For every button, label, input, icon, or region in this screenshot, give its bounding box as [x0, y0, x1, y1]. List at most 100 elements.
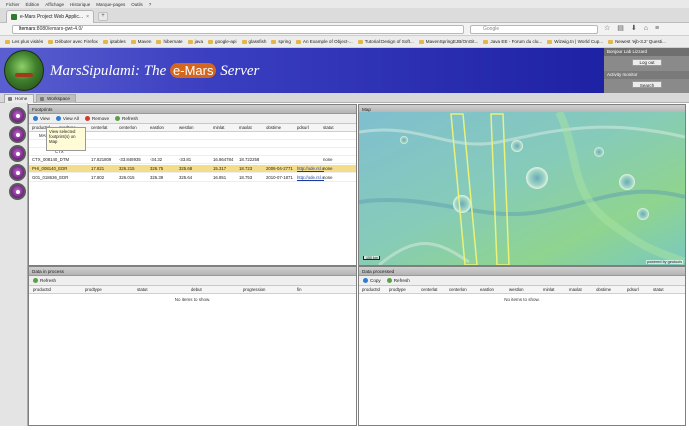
bookmark-item[interactable]: Wizwig.tn | World Cup... [547, 39, 603, 44]
remove-button[interactable]: Remove [84, 116, 109, 121]
bookmark-label: Newest 'ejb-3.2' Questi... [615, 39, 666, 44]
processed-title: Data processed [359, 267, 685, 276]
bookmarks-bar: Les plus visités Débuter avec Firefox ipta… [0, 36, 689, 48]
bookmark-item[interactable]: Maven [130, 39, 151, 44]
close-tab-icon[interactable]: × [86, 14, 89, 20]
processed-empty: No items to show. [504, 297, 540, 302]
viewer-tool-1-icon[interactable] [9, 107, 26, 124]
column-header[interactable]: westlon [179, 124, 194, 132]
bookmark-item[interactable]: google-api [208, 39, 237, 44]
in-process-refresh-label: Refresh [40, 278, 57, 283]
menu-icon[interactable]: ≡ [655, 25, 659, 33]
in-process-refresh-button[interactable]: Refresh [33, 278, 56, 283]
column-header[interactable]: eastlon [150, 124, 164, 132]
view-button[interactable]: View [33, 116, 50, 121]
bookmark-item[interactable]: An Example of Object-... [295, 39, 353, 44]
viewer-tool-4-icon[interactable] [9, 164, 26, 181]
column-header[interactable]: maxlat [569, 286, 582, 294]
table-row[interactable]: CTX_008140_DTM 17.821809 -33.848935 -34.32 -… [29, 156, 356, 164]
viewer-tool-3-icon[interactable] [9, 145, 26, 162]
column-header[interactable]: statut [137, 286, 148, 294]
table-row[interactable]: PHI_008140_EDR 17.821 326.215 326.75 325.68 1… [29, 165, 356, 173]
cell-eastlon: 326.39 [150, 175, 164, 180]
bookmark-item[interactable]: Les plus visités [5, 39, 43, 44]
column-header[interactable]: minlat [213, 124, 224, 132]
table-row[interactable]: G01_018636_EDR 17.802 326.015 326.39 325.64 1… [29, 174, 356, 182]
column-header[interactable]: statut [653, 286, 664, 294]
viewer-tool-5-icon[interactable] [9, 183, 26, 200]
bookmark-item[interactable]: iptables [102, 39, 126, 44]
activity-search-button[interactable]: Search [632, 81, 662, 88]
folder-icon [241, 39, 247, 44]
tab-workspace[interactable]: Workspace [36, 94, 76, 103]
tab-home[interactable]: Home [4, 94, 34, 103]
bookmark-item[interactable]: glassfish [241, 39, 266, 44]
new-tab-button[interactable]: + [98, 12, 108, 21]
home-icon[interactable]: ⌂ [644, 25, 648, 33]
download-icon[interactable]: ⬇ [631, 25, 637, 33]
search-input[interactable]: Google [470, 25, 598, 34]
column-header[interactable]: pdsurl [297, 124, 309, 132]
bookmark-item[interactable]: Tutorial:Design of Soft... [357, 39, 414, 44]
menu-tools[interactable]: Outils [131, 2, 143, 7]
bookmark-item[interactable]: Débuter avec Firefox [48, 39, 98, 44]
star-icon[interactable]: ☆ [604, 25, 610, 33]
browser-navbar: ltemars:8080/emars-gwt-4.0/ Google ☆ ▤ ⬇… [0, 23, 689, 36]
column-header[interactable]: centerlat [421, 286, 437, 294]
column-header[interactable]: westlon [509, 286, 524, 294]
bookmark-label: MavenSpringEJB/OnGit... [425, 39, 479, 44]
app-header: MarsSipulami: The e-Mars Server [0, 48, 604, 93]
bookmark-item[interactable]: Newest 'ejb-3.2' Questi... [608, 39, 666, 44]
column-header[interactable]: debut [191, 286, 202, 294]
bookmark-item[interactable]: hibernate [156, 39, 183, 44]
menu-bookmarks[interactable]: Marque-pages [96, 2, 125, 7]
menu-view[interactable]: Affichage [45, 2, 64, 7]
menu-file[interactable]: Fichier [6, 2, 20, 7]
cell-obstime: 2006-04-2771 [266, 166, 293, 171]
processed-refresh-button[interactable]: Refresh [386, 278, 410, 283]
column-header[interactable]: progression [243, 286, 265, 294]
column-header[interactable]: productId [33, 286, 51, 294]
cell-statut: none [323, 175, 333, 180]
bookmark-item[interactable]: spring [271, 39, 291, 44]
column-header[interactable]: maxlat [239, 124, 252, 132]
column-header[interactable]: centerlon [119, 124, 137, 132]
browser-tab[interactable]: e-Mars Project Web Applic... × [6, 10, 94, 23]
column-header[interactable]: centerlat [91, 124, 107, 132]
bookmark-item[interactable]: MavenSpringEJB/OnGit... [418, 39, 479, 44]
folder-icon [130, 39, 136, 44]
cell-pdsurl[interactable]: http://ode.rsl.v [297, 174, 324, 182]
view-tooltip: View selected footprint(s) on Map [46, 127, 86, 151]
refresh-button[interactable]: Refresh [115, 116, 138, 121]
menu-help[interactable]: ? [149, 2, 152, 7]
column-header[interactable]: productId [362, 286, 380, 294]
copy-button[interactable]: Copy [363, 278, 381, 283]
cell-statut: none [323, 166, 333, 171]
column-header[interactable]: pdsurl [627, 286, 639, 294]
column-header[interactable]: eastlon [480, 286, 494, 294]
column-header[interactable]: minlat [543, 286, 554, 294]
column-header[interactable]: obstime [266, 124, 281, 132]
url-bar[interactable]: ltemars:8080/emars-gwt-4.0/ [12, 25, 464, 34]
menu-edit[interactable]: Édition [26, 2, 40, 7]
folder-icon [156, 39, 162, 44]
refresh-button-label: Refresh [122, 116, 139, 121]
column-header[interactable]: prodtype [389, 286, 406, 294]
bookmark-item[interactable]: Java EE - Forum du clu... [483, 39, 542, 44]
in-process-empty: No items to show. [174, 297, 211, 302]
column-header[interactable]: centerlon [449, 286, 467, 294]
bookmark-item[interactable]: java [187, 39, 203, 44]
cell-pdsurl[interactable]: http://ode.rsl.v [297, 165, 324, 173]
column-header[interactable]: obstime [596, 286, 611, 294]
menu-history[interactable]: Historique [70, 2, 90, 7]
column-header[interactable]: prodtype [85, 286, 102, 294]
favicon-icon [11, 14, 17, 20]
clipboard-icon[interactable]: ▤ [617, 25, 624, 33]
view-all-button[interactable]: View All [55, 116, 79, 121]
logout-button[interactable]: Log out [632, 59, 662, 66]
view-all-icon [55, 116, 61, 121]
column-header[interactable]: statut [323, 124, 334, 132]
column-header[interactable]: fin [297, 286, 302, 294]
map-view[interactable]: 100 km powered by geotools [359, 112, 685, 265]
viewer-tool-2-icon[interactable] [9, 126, 26, 143]
